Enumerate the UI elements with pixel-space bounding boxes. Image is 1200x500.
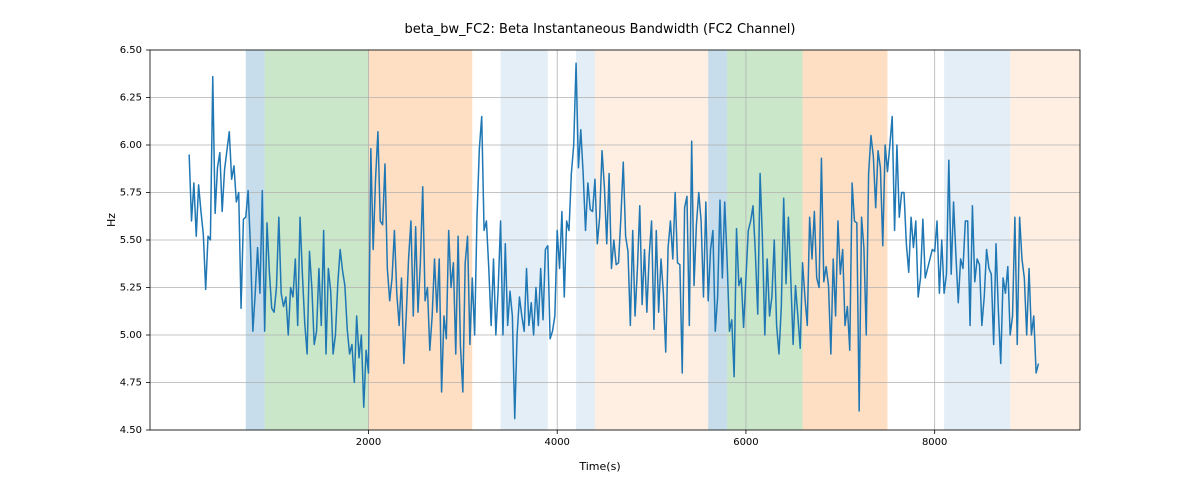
chart-title: beta_bw_FC2: Beta Instantaneous Bandwidt… [0, 22, 1200, 37]
svg-text:6.50: 6.50 [120, 45, 142, 56]
plot-area: 2000400060008000 4.504.755.005.255.505.7… [150, 50, 1080, 430]
svg-text:5.00: 5.00 [120, 330, 142, 341]
svg-text:5.50: 5.50 [120, 235, 142, 246]
svg-text:6.00: 6.00 [120, 140, 142, 151]
y-axis-label: Hz [105, 190, 118, 250]
svg-text:6.25: 6.25 [120, 93, 142, 104]
figure: beta_bw_FC2: Beta Instantaneous Bandwidt… [0, 0, 1200, 500]
svg-text:8000: 8000 [922, 437, 947, 448]
x-ticks: 2000 4000 6000 8000 [356, 430, 948, 448]
svg-text:5.75: 5.75 [120, 188, 142, 199]
svg-text:6000: 6000 [733, 437, 758, 448]
x-axis-label: Time(s) [0, 460, 1200, 473]
svg-text:4.75: 4.75 [120, 378, 142, 389]
y-ticks: 4.50 4.75 5.00 5.25 5.50 5.75 6.00 6.25 6.50 [120, 45, 150, 436]
svg-text:4000: 4000 [544, 437, 569, 448]
axes: 2000400060008000 4.504.755.005.255.505.7… [150, 50, 1080, 430]
svg-text:5.25: 5.25 [120, 283, 142, 294]
svg-text:2000: 2000 [356, 437, 381, 448]
svg-text:4.50: 4.50 [120, 425, 142, 436]
